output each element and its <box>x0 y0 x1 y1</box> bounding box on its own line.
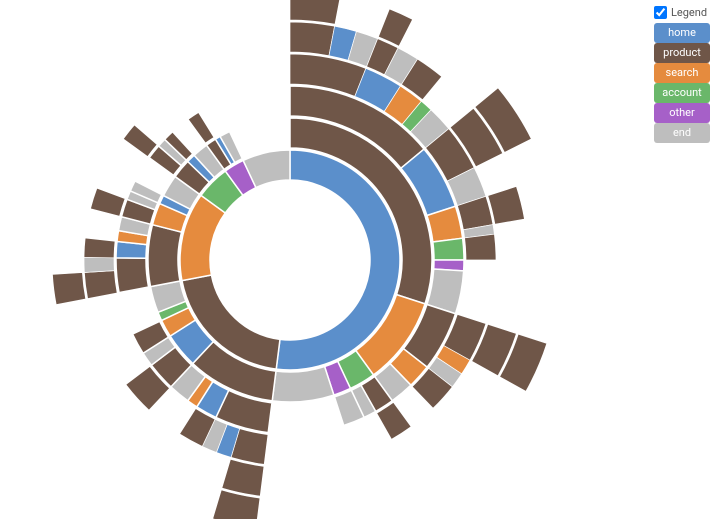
sunburst-arc-product[interactable] <box>222 459 264 496</box>
sunburst-arc-product[interactable] <box>290 22 335 56</box>
sunburst-arc-product[interactable] <box>488 186 525 224</box>
sunburst-arc-end[interactable] <box>84 257 114 272</box>
legend-item-search[interactable]: search <box>654 63 710 83</box>
sunburst-arc-product[interactable] <box>84 271 117 299</box>
sunburst-chart[interactable] <box>0 0 640 519</box>
legend-item-product[interactable]: product <box>654 43 710 63</box>
sunburst-arc-product[interactable] <box>465 234 496 260</box>
legend-panel: Legend homeproductsearchaccountotherend <box>654 6 710 143</box>
sunburst-arc-product[interactable] <box>290 0 341 24</box>
sunburst-arc-product[interactable] <box>123 125 157 157</box>
sunburst-arc-product[interactable] <box>84 238 115 258</box>
sunburst-arc-product[interactable] <box>188 112 215 144</box>
sunburst-arc-product[interactable] <box>90 188 125 216</box>
sunburst-arc-account[interactable] <box>433 238 464 260</box>
legend-item-account[interactable]: account <box>654 83 710 103</box>
legend-title: Legend <box>671 6 707 19</box>
legend-checkbox[interactable] <box>654 6 667 19</box>
legend-item-end[interactable]: end <box>654 123 710 143</box>
legend-item-home[interactable]: home <box>654 23 710 43</box>
sunburst-arc-product[interactable] <box>148 225 182 287</box>
sunburst-arc-product[interactable] <box>52 273 85 305</box>
legend-toggle[interactable]: Legend <box>654 6 710 19</box>
legend-item-other[interactable]: other <box>654 103 710 123</box>
sunburst-arc-product[interactable] <box>378 9 412 46</box>
sunburst-arc-end[interactable] <box>272 367 334 402</box>
sunburst-arc-product[interactable] <box>116 258 149 293</box>
